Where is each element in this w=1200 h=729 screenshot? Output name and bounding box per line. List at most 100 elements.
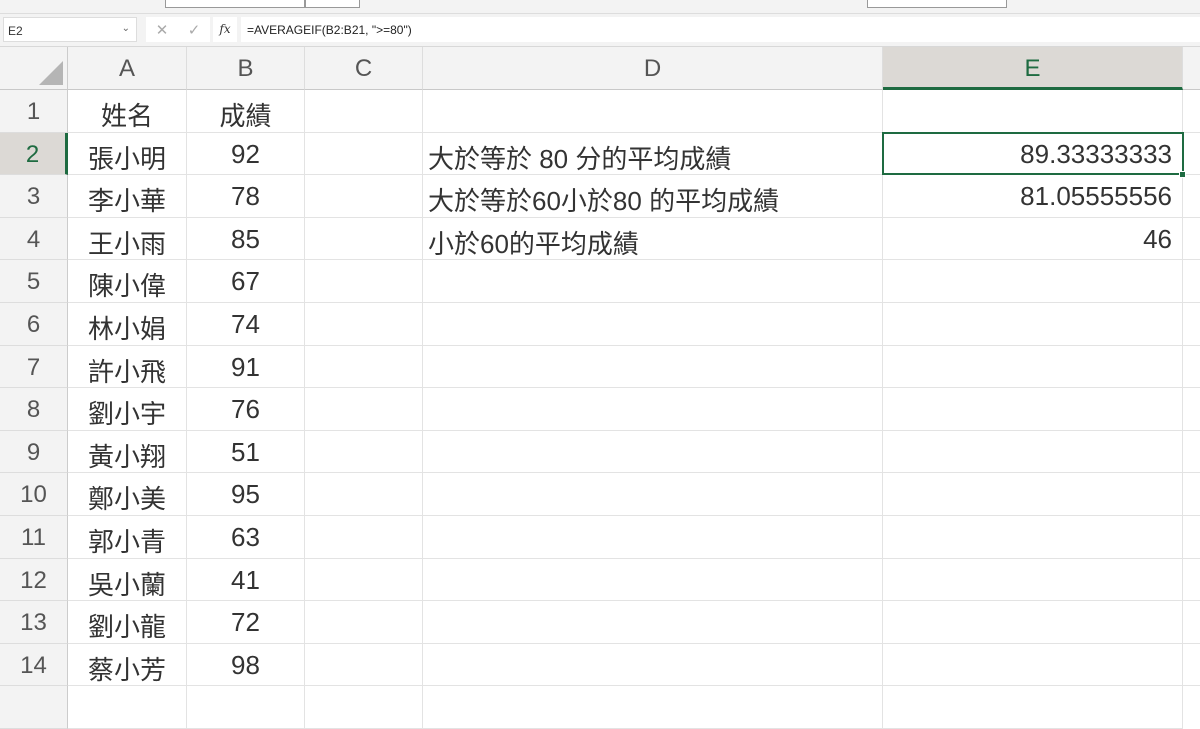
cell-extra[interactable] <box>1183 431 1200 474</box>
ribbon-control[interactable] <box>305 0 360 8</box>
cell-b1[interactable]: 成績 <box>187 90 305 133</box>
cell-c12[interactable] <box>305 558 423 602</box>
cell-b14[interactable]: 98 <box>187 643 305 687</box>
cell-a15[interactable] <box>68 686 187 729</box>
cell-e4[interactable]: 46 <box>883 217 1183 261</box>
cell-d7[interactable] <box>423 345 883 389</box>
cell-c1[interactable] <box>305 90 423 133</box>
cell-a4[interactable]: 王小雨 <box>68 217 187 261</box>
cell-d11[interactable] <box>423 516 883 559</box>
column-header-c[interactable]: C <box>305 47 423 90</box>
row-header[interactable] <box>0 686 68 729</box>
cell-e10[interactable] <box>883 473 1183 516</box>
cell-d4[interactable]: 小於60的平均成績 <box>423 217 883 261</box>
cell-e6[interactable] <box>883 303 1183 346</box>
cell-b15[interactable] <box>187 686 305 729</box>
cell-extra[interactable] <box>1183 473 1200 516</box>
row-header[interactable]: 3 <box>0 175 68 218</box>
name-box[interactable]: E2 ⌄ <box>3 17 137 42</box>
cell-a6[interactable]: 林小娟 <box>68 303 187 346</box>
insert-function-icon[interactable]: fx <box>213 17 237 42</box>
column-header-e[interactable]: E <box>883 47 1183 90</box>
cell-a14[interactable]: 蔡小芳 <box>68 643 187 687</box>
cell-c11[interactable] <box>305 516 423 559</box>
cell-a11[interactable]: 郭小青 <box>68 516 187 559</box>
cell-e13[interactable] <box>883 601 1183 644</box>
cell-c13[interactable] <box>305 601 423 644</box>
row-header[interactable]: 14 <box>0 643 68 687</box>
cell-b4[interactable]: 85 <box>187 217 305 261</box>
cell-a2[interactable]: 張小明 <box>68 132 187 176</box>
cell-e3[interactable]: 81.05555556 <box>883 175 1183 218</box>
cell-extra[interactable] <box>1183 516 1200 559</box>
cell-extra[interactable] <box>1183 388 1200 431</box>
cell-c5[interactable] <box>305 260 423 303</box>
cell-b11[interactable]: 63 <box>187 516 305 559</box>
cell-extra[interactable] <box>1183 218 1200 261</box>
cell-b10[interactable]: 95 <box>187 473 305 516</box>
column-header-a[interactable]: A <box>68 47 187 90</box>
cell-b6[interactable]: 74 <box>187 303 305 346</box>
cell-d8[interactable] <box>423 388 883 431</box>
cell-a9[interactable]: 黃小翔 <box>68 430 187 474</box>
ribbon-control[interactable] <box>867 0 1007 8</box>
cell-b12[interactable]: 41 <box>187 558 305 602</box>
cell-c4[interactable] <box>305 217 423 261</box>
row-header[interactable]: 4 <box>0 217 68 261</box>
row-header[interactable]: 8 <box>0 388 68 431</box>
cell-extra[interactable] <box>1183 644 1200 687</box>
cell-a5[interactable]: 陳小偉 <box>68 260 187 303</box>
cell-c9[interactable] <box>305 430 423 474</box>
row-header[interactable]: 5 <box>0 260 68 303</box>
ribbon-control[interactable] <box>165 0 305 8</box>
formula-input[interactable]: =AVERAGEIF(B2:B21, ">=80") <box>241 17 1200 42</box>
cell-e15[interactable] <box>883 686 1183 729</box>
cancel-icon[interactable]: ✕ <box>156 21 169 39</box>
select-all-button[interactable] <box>0 47 68 90</box>
cell-d13[interactable] <box>423 601 883 644</box>
cell-extra[interactable] <box>1183 303 1200 346</box>
cell-c8[interactable] <box>305 388 423 431</box>
cell-a12[interactable]: 吳小蘭 <box>68 558 187 602</box>
row-header[interactable]: 1 <box>0 90 68 133</box>
cell-extra[interactable] <box>1183 175 1200 218</box>
row-header[interactable]: 2 <box>0 132 68 176</box>
cell-b9[interactable]: 51 <box>187 430 305 474</box>
cell-b3[interactable]: 78 <box>187 175 305 218</box>
cell-extra[interactable] <box>1183 133 1200 176</box>
cell-a1[interactable]: 姓名 <box>68 90 187 133</box>
active-cell-e2[interactable] <box>882 131 1184 176</box>
cell-c15[interactable] <box>305 686 423 729</box>
cell-e1[interactable] <box>883 90 1183 133</box>
cell-extra[interactable] <box>1183 260 1200 303</box>
chevron-down-icon[interactable]: ⌄ <box>122 23 130 34</box>
cell-e12[interactable] <box>883 558 1183 602</box>
cell-b7[interactable]: 91 <box>187 345 305 389</box>
cell-d5[interactable] <box>423 260 883 303</box>
cell-d15[interactable] <box>423 686 883 729</box>
row-header[interactable]: 12 <box>0 558 68 602</box>
column-header-d[interactable]: D <box>423 47 883 90</box>
row-header[interactable]: 10 <box>0 473 68 516</box>
column-header-extra[interactable] <box>1183 47 1200 90</box>
cell-e9[interactable] <box>883 430 1183 474</box>
cell-d14[interactable] <box>423 643 883 687</box>
cell-c6[interactable] <box>305 303 423 346</box>
cell-a8[interactable]: 劉小宇 <box>68 388 187 431</box>
row-header[interactable]: 6 <box>0 303 68 346</box>
cell-c14[interactable] <box>305 643 423 687</box>
cell-d9[interactable] <box>423 430 883 474</box>
cell-extra[interactable] <box>1183 559 1200 602</box>
row-header[interactable]: 11 <box>0 516 68 559</box>
cell-extra[interactable] <box>1183 346 1200 389</box>
cell-a13[interactable]: 劉小龍 <box>68 601 187 644</box>
cell-b2[interactable]: 92 <box>187 132 305 176</box>
cell-d6[interactable] <box>423 303 883 346</box>
column-header-b[interactable]: B <box>187 47 305 90</box>
cell-a3[interactable]: 李小華 <box>68 175 187 218</box>
cell-b8[interactable]: 76 <box>187 388 305 431</box>
cell-b13[interactable]: 72 <box>187 601 305 644</box>
cell-extra[interactable] <box>1183 90 1200 133</box>
cell-d3[interactable]: 大於等於60小於80 的平均成績 <box>423 175 883 218</box>
cell-b5[interactable]: 67 <box>187 260 305 303</box>
